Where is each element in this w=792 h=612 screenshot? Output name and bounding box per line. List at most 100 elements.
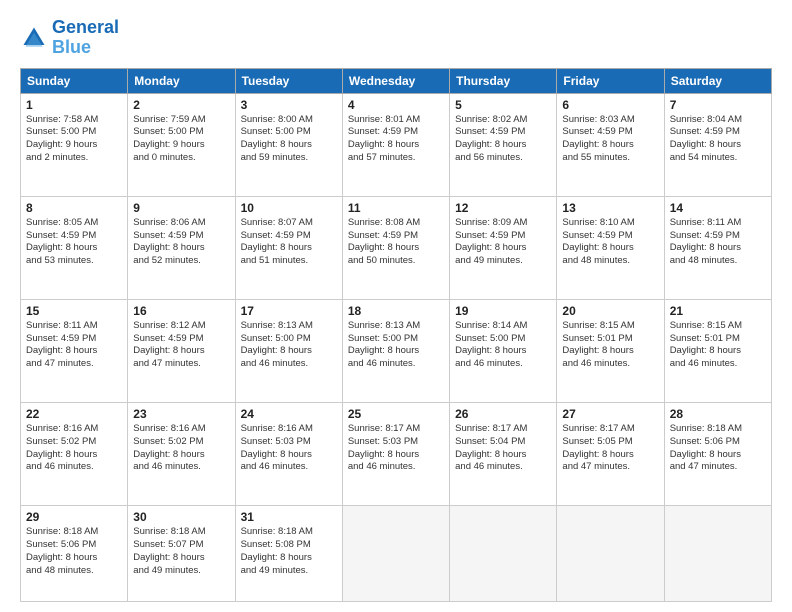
calendar-cell: 31 Sunrise: 8:18 AMSunset: 5:08 PMDayligh… [235, 506, 342, 602]
day-info: Sunrise: 8:11 AMSunset: 4:59 PMDaylight:… [26, 320, 122, 371]
calendar-cell: 1 Sunrise: 7:58 AMSunset: 5:00 PMDaylight… [21, 93, 128, 196]
day-number: 31 [241, 510, 337, 524]
day-info: Sunrise: 8:13 AMSunset: 5:00 PMDaylight:… [348, 320, 444, 371]
day-number: 30 [133, 510, 229, 524]
day-number: 12 [455, 201, 551, 215]
day-info: Sunrise: 8:15 AMSunset: 5:01 PMDaylight:… [670, 320, 766, 371]
calendar-cell: 14Sunrise: 8:11 AMSunset: 4:59 PMDayligh… [664, 196, 771, 299]
calendar-week-5: 29 Sunrise: 8:18 AMSunset: 5:06 PMDayligh… [21, 506, 772, 602]
calendar-cell: 22 Sunrise: 8:16 AMSunset: 5:02 PMDayligh… [21, 402, 128, 505]
day-number: 16 [133, 304, 229, 318]
calendar-cell: 13 Sunrise: 8:10 AMSunset: 4:59 PMDayligh… [557, 196, 664, 299]
day-info: Sunrise: 8:17 AMSunset: 5:05 PMDaylight:… [562, 423, 658, 474]
day-info: Sunrise: 8:11 AMSunset: 4:59 PMDaylight:… [670, 217, 766, 268]
calendar-week-3: 15 Sunrise: 8:11 AMSunset: 4:59 PMDayligh… [21, 299, 772, 402]
calendar-cell: 4 Sunrise: 8:01 AMSunset: 4:59 PMDaylight… [342, 93, 449, 196]
day-number: 17 [241, 304, 337, 318]
day-number: 2 [133, 98, 229, 112]
day-number: 4 [348, 98, 444, 112]
day-number: 11 [348, 201, 444, 215]
day-info: Sunrise: 8:16 AMSunset: 5:03 PMDaylight:… [241, 423, 337, 474]
day-info: Sunrise: 8:12 AMSunset: 4:59 PMDaylight:… [133, 320, 229, 371]
calendar-cell: 11 Sunrise: 8:08 AMSunset: 4:59 PMDayligh… [342, 196, 449, 299]
day-number: 15 [26, 304, 122, 318]
calendar-cell: 5Sunrise: 8:02 AMSunset: 4:59 PMDaylight… [450, 93, 557, 196]
calendar-cell [557, 506, 664, 602]
calendar-week-2: 8 Sunrise: 8:05 AMSunset: 4:59 PMDaylight… [21, 196, 772, 299]
calendar-cell: 16 Sunrise: 8:12 AMSunset: 4:59 PMDayligh… [128, 299, 235, 402]
day-info: Sunrise: 8:15 AMSunset: 5:01 PMDaylight:… [562, 320, 658, 371]
day-info: Sunrise: 8:05 AMSunset: 4:59 PMDaylight:… [26, 217, 122, 268]
calendar-cell: 12 Sunrise: 8:09 AMSunset: 4:59 PMDayligh… [450, 196, 557, 299]
calendar-cell [450, 506, 557, 602]
logo-icon [20, 24, 48, 52]
day-info: Sunrise: 8:18 AMSunset: 5:07 PMDaylight:… [133, 526, 229, 577]
calendar-cell: 15 Sunrise: 8:11 AMSunset: 4:59 PMDayligh… [21, 299, 128, 402]
calendar-header-saturday: Saturday [664, 68, 771, 93]
day-info: Sunrise: 8:06 AMSunset: 4:59 PMDaylight:… [133, 217, 229, 268]
day-number: 13 [562, 201, 658, 215]
day-info: Sunrise: 8:00 AMSunset: 5:00 PMDaylight:… [241, 114, 337, 165]
calendar-cell: 19 Sunrise: 8:14 AMSunset: 5:00 PMDayligh… [450, 299, 557, 402]
logo-text: General Blue [52, 18, 119, 58]
day-number: 20 [562, 304, 658, 318]
calendar-cell [664, 506, 771, 602]
day-number: 9 [133, 201, 229, 215]
calendar-cell: 9 Sunrise: 8:06 AMSunset: 4:59 PMDaylight… [128, 196, 235, 299]
day-info: Sunrise: 8:09 AMSunset: 4:59 PMDaylight:… [455, 217, 551, 268]
header: General Blue [20, 18, 772, 58]
calendar-week-4: 22 Sunrise: 8:16 AMSunset: 5:02 PMDayligh… [21, 402, 772, 505]
calendar-cell: 21 Sunrise: 8:15 AMSunset: 5:01 PMDayligh… [664, 299, 771, 402]
day-info: Sunrise: 8:18 AMSunset: 5:08 PMDaylight:… [241, 526, 337, 577]
calendar-header-tuesday: Tuesday [235, 68, 342, 93]
day-info: Sunrise: 8:04 AMSunset: 4:59 PMDaylight:… [670, 114, 766, 165]
day-number: 5 [455, 98, 551, 112]
calendar-cell: 27 Sunrise: 8:17 AMSunset: 5:05 PMDayligh… [557, 402, 664, 505]
day-number: 1 [26, 98, 122, 112]
day-number: 29 [26, 510, 122, 524]
day-info: Sunrise: 8:03 AMSunset: 4:59 PMDaylight:… [562, 114, 658, 165]
day-number: 28 [670, 407, 766, 421]
calendar-cell: 30 Sunrise: 8:18 AMSunset: 5:07 PMDayligh… [128, 506, 235, 602]
day-number: 27 [562, 407, 658, 421]
day-info: Sunrise: 8:18 AMSunset: 5:06 PMDaylight:… [670, 423, 766, 474]
day-info: Sunrise: 7:58 AMSunset: 5:00 PMDaylight:… [26, 114, 122, 165]
calendar-header-monday: Monday [128, 68, 235, 93]
day-number: 24 [241, 407, 337, 421]
day-number: 18 [348, 304, 444, 318]
calendar-cell: 24 Sunrise: 8:16 AMSunset: 5:03 PMDayligh… [235, 402, 342, 505]
calendar-cell: 10Sunrise: 8:07 AMSunset: 4:59 PMDayligh… [235, 196, 342, 299]
day-number: 21 [670, 304, 766, 318]
day-number: 19 [455, 304, 551, 318]
calendar-cell: 6Sunrise: 8:03 AMSunset: 4:59 PMDaylight… [557, 93, 664, 196]
calendar-cell: 28 Sunrise: 8:18 AMSunset: 5:06 PMDayligh… [664, 402, 771, 505]
day-number: 22 [26, 407, 122, 421]
day-info: Sunrise: 8:18 AMSunset: 5:06 PMDaylight:… [26, 526, 122, 577]
calendar-cell: 8 Sunrise: 8:05 AMSunset: 4:59 PMDaylight… [21, 196, 128, 299]
day-info: Sunrise: 7:59 AMSunset: 5:00 PMDaylight:… [133, 114, 229, 165]
day-info: Sunrise: 8:17 AMSunset: 5:03 PMDaylight:… [348, 423, 444, 474]
page: General Blue SundayMondayTuesdayWednesda… [0, 0, 792, 612]
day-info: Sunrise: 8:13 AMSunset: 5:00 PMDaylight:… [241, 320, 337, 371]
day-info: Sunrise: 8:14 AMSunset: 5:00 PMDaylight:… [455, 320, 551, 371]
day-number: 8 [26, 201, 122, 215]
day-info: Sunrise: 8:17 AMSunset: 5:04 PMDaylight:… [455, 423, 551, 474]
calendar-cell: 26Sunrise: 8:17 AMSunset: 5:04 PMDayligh… [450, 402, 557, 505]
calendar-cell: 29 Sunrise: 8:18 AMSunset: 5:06 PMDayligh… [21, 506, 128, 602]
day-number: 3 [241, 98, 337, 112]
calendar-cell: 7Sunrise: 8:04 AMSunset: 4:59 PMDaylight… [664, 93, 771, 196]
calendar-cell: 25Sunrise: 8:17 AMSunset: 5:03 PMDayligh… [342, 402, 449, 505]
calendar-cell: 3 Sunrise: 8:00 AMSunset: 5:00 PMDaylight… [235, 93, 342, 196]
logo: General Blue [20, 18, 119, 58]
day-number: 23 [133, 407, 229, 421]
calendar-cell [342, 506, 449, 602]
day-number: 10 [241, 201, 337, 215]
day-info: Sunrise: 8:16 AMSunset: 5:02 PMDaylight:… [26, 423, 122, 474]
calendar-header-thursday: Thursday [450, 68, 557, 93]
day-info: Sunrise: 8:08 AMSunset: 4:59 PMDaylight:… [348, 217, 444, 268]
day-info: Sunrise: 8:10 AMSunset: 4:59 PMDaylight:… [562, 217, 658, 268]
calendar-cell: 23Sunrise: 8:16 AMSunset: 5:02 PMDayligh… [128, 402, 235, 505]
calendar-cell: 2 Sunrise: 7:59 AMSunset: 5:00 PMDaylight… [128, 93, 235, 196]
day-info: Sunrise: 8:01 AMSunset: 4:59 PMDaylight:… [348, 114, 444, 165]
calendar-week-1: 1 Sunrise: 7:58 AMSunset: 5:00 PMDaylight… [21, 93, 772, 196]
